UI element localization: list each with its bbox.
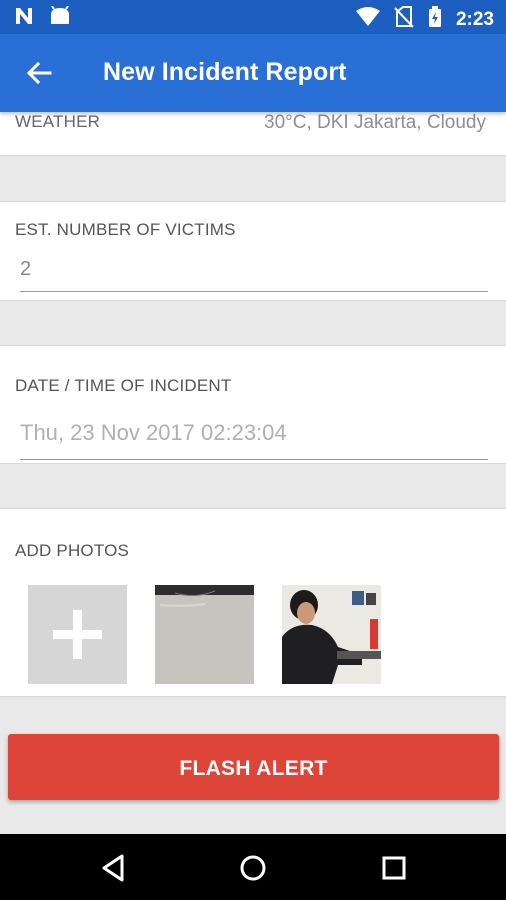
- weather-section: WEATHER 30°C, DKI Jakarta, Cloudy: [0, 112, 506, 156]
- status-time: 2:23: [455, 8, 494, 30]
- back-button[interactable]: [22, 56, 56, 90]
- n-logo-icon: [14, 6, 36, 31]
- status-bar: 2:23: [0, 0, 506, 34]
- victims-input[interactable]: 2: [20, 258, 488, 292]
- victims-section: EST. NUMBER OF VICTIMS 2: [0, 201, 506, 301]
- plus-icon: [53, 610, 102, 659]
- add-photos-label: ADD PHOTOS: [15, 541, 130, 560]
- android-icon: [48, 5, 72, 31]
- back-triangle-icon: [102, 854, 124, 882]
- date-time-label: DATE / TIME OF INCIDENT: [15, 376, 232, 395]
- nav-home-button[interactable]: [236, 851, 270, 885]
- form-content[interactable]: WEATHER 30°C, DKI Jakarta, Cloudy EST. N…: [0, 112, 506, 834]
- date-time-section: DATE / TIME OF INCIDENT Thu, 23 Nov 2017…: [0, 345, 506, 464]
- photos-section: ADD PHOTOS: [0, 508, 506, 697]
- wifi-icon: [355, 7, 380, 32]
- system-nav-bar: [0, 834, 506, 900]
- photo-thumbnail-floor[interactable]: [155, 585, 254, 684]
- nav-back-button[interactable]: [96, 851, 130, 885]
- flash-alert-button[interactable]: FLASH ALERT: [8, 734, 499, 800]
- arrow-left-icon: [26, 61, 52, 85]
- weather-value: 30°C, DKI Jakarta, Cloudy: [264, 112, 486, 133]
- weather-label: WEATHER: [15, 112, 101, 131]
- nav-recents-button[interactable]: [377, 851, 411, 885]
- no-sim-icon: [394, 6, 414, 33]
- victims-label: EST. NUMBER OF VICTIMS: [15, 220, 236, 239]
- photo-thumbnail-person[interactable]: [282, 585, 381, 684]
- home-circle-icon: [240, 855, 266, 881]
- add-photo-button[interactable]: [28, 585, 127, 684]
- page-title: New Incident Report: [103, 58, 347, 86]
- date-time-input[interactable]: Thu, 23 Nov 2017 02:23:04: [20, 420, 488, 460]
- battery-icon: [428, 6, 442, 33]
- recents-square-icon: [382, 856, 406, 880]
- app-bar: New Incident Report: [0, 34, 506, 112]
